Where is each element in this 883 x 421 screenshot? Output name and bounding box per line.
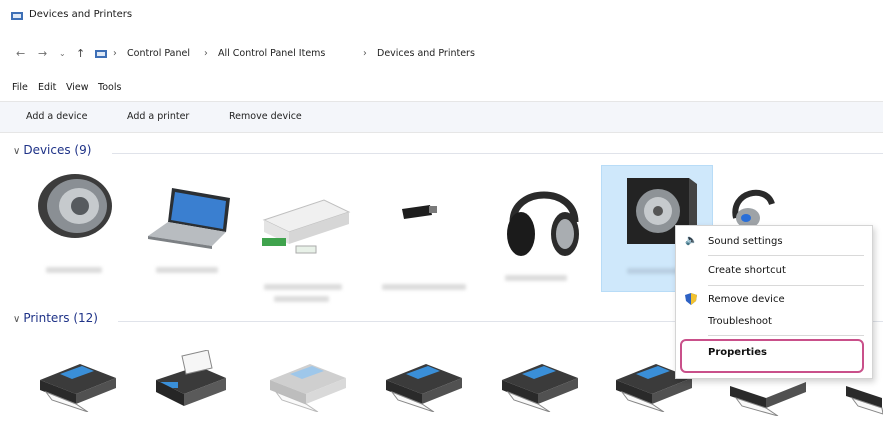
speaker-icon: 🔈 — [685, 235, 698, 246]
laptop-icon — [148, 188, 230, 249]
printer-icon — [386, 364, 462, 412]
printer-item[interactable] — [32, 352, 122, 412]
breadcrumb-separator: › — [363, 48, 367, 59]
add-device-button[interactable]: Add a device — [26, 111, 87, 122]
properties-highlight-ring — [680, 339, 864, 373]
command-bar: Add a device Add a printer Remove device — [0, 101, 883, 133]
printer-icon — [40, 364, 116, 412]
device-name-redacted — [382, 284, 466, 290]
printer-item[interactable] — [378, 352, 468, 412]
device-network-drive[interactable] — [254, 190, 359, 305]
device-name-redacted — [46, 267, 102, 273]
menu-file[interactable]: File — [12, 82, 28, 93]
title-bar: Devices and Printers — [0, 0, 883, 32]
device-name-redacted — [274, 296, 329, 302]
menu-separator — [708, 285, 864, 286]
printer-icon — [270, 364, 346, 412]
context-menu: 🔈 Sound settings Create shortcut Remove … — [675, 225, 873, 379]
address-bar: ← → ⌄ ↑ › Control Panel › All Control Pa… — [0, 37, 883, 73]
devices-printers-icon — [11, 12, 23, 20]
printer-item[interactable] — [262, 352, 352, 412]
window-title: Devices and Printers — [29, 9, 133, 20]
device-headphones[interactable] — [495, 172, 595, 284]
back-icon[interactable]: ← — [16, 47, 25, 60]
breadcrumb-separator: › — [204, 48, 208, 59]
group-divider — [112, 153, 883, 154]
usb-dongle-icon — [402, 205, 437, 219]
fax-icon — [156, 350, 226, 406]
printer-item[interactable] — [494, 352, 584, 412]
menu-troubleshoot[interactable]: Troubleshoot — [708, 316, 772, 327]
remove-device-button[interactable]: Remove device — [229, 111, 302, 122]
chevron-down-icon: ∨ — [13, 314, 21, 325]
network-drive-icon — [262, 199, 351, 254]
device-name-redacted — [156, 267, 218, 273]
menu-edit[interactable]: Edit — [38, 82, 56, 93]
forward-icon[interactable]: → — [38, 47, 47, 60]
menu-separator — [708, 335, 864, 336]
breadcrumb-devices-printers[interactable]: Devices and Printers — [377, 48, 475, 59]
menu-remove-device[interactable]: Remove device — [708, 294, 785, 305]
menu-create-shortcut[interactable]: Create shortcut — [708, 265, 786, 276]
device-name-redacted — [264, 284, 342, 290]
headphones-icon — [507, 191, 579, 256]
control-panel-icon — [95, 50, 107, 58]
speaker-icon — [38, 174, 112, 238]
device-name-redacted — [505, 275, 567, 281]
chevron-down-icon[interactable]: ⌄ — [59, 49, 66, 58]
device-laptop[interactable] — [142, 180, 242, 285]
menu-sound-settings[interactable]: Sound settings — [708, 236, 783, 247]
add-printer-button[interactable]: Add a printer — [127, 111, 189, 122]
menu-separator — [708, 255, 864, 256]
printers-group-header[interactable]: ∨ Printers (12) — [13, 311, 98, 325]
fax-item[interactable] — [142, 350, 232, 410]
devices-group-header[interactable]: ∨ Devices (9) — [13, 143, 91, 157]
printer-icon — [502, 364, 578, 412]
uac-shield-icon — [685, 293, 697, 305]
device-usb-dongle[interactable] — [372, 195, 472, 305]
device-speaker[interactable] — [30, 170, 120, 285]
breadcrumb-separator: › — [113, 48, 117, 59]
devices-group-label: Devices (9) — [23, 143, 92, 157]
chevron-down-icon: ∨ — [13, 146, 21, 157]
menu-tools[interactable]: Tools — [98, 82, 121, 93]
arrow-up-icon[interactable]: ↑ — [76, 47, 85, 60]
printers-group-label: Printers (12) — [23, 311, 98, 325]
breadcrumb-control-panel[interactable]: Control Panel — [127, 48, 190, 59]
breadcrumb-all-items[interactable]: All Control Panel Items — [218, 48, 325, 59]
menu-view[interactable]: View — [66, 82, 89, 93]
